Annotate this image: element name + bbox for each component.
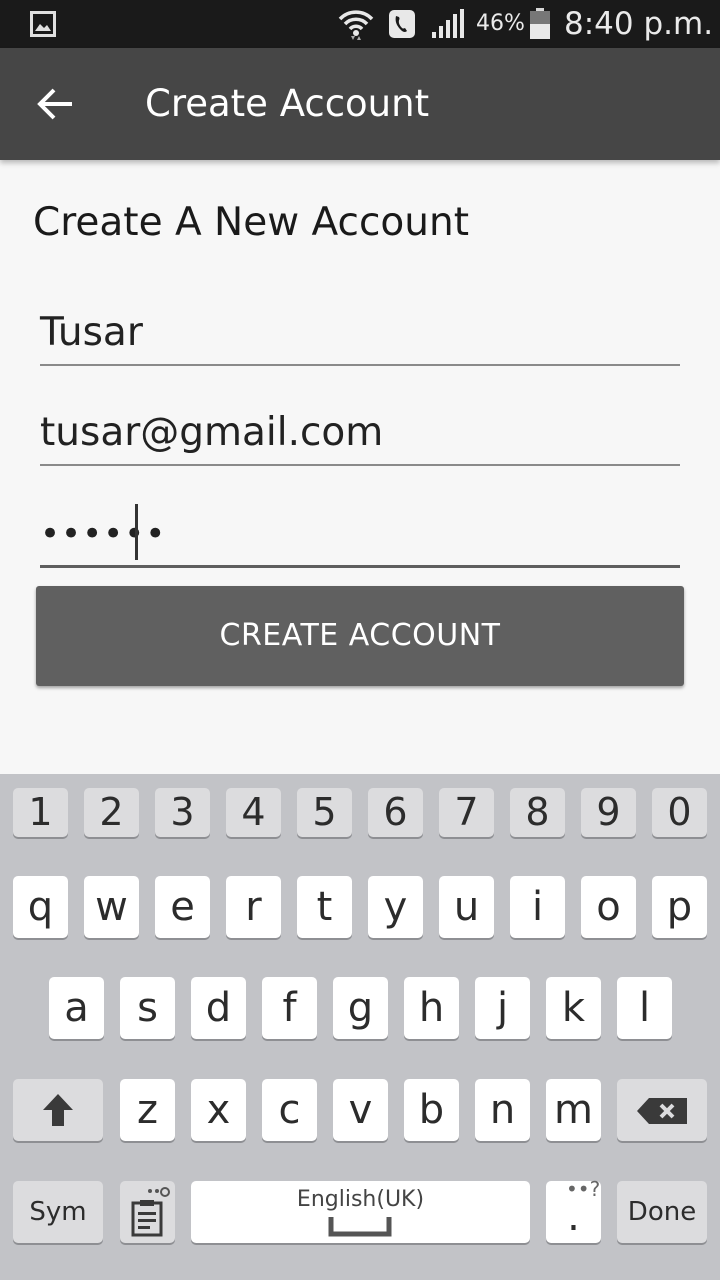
text-cursor xyxy=(135,504,138,560)
form-heading: Create A New Account xyxy=(33,200,469,245)
space-key[interactable]: English(UK) xyxy=(191,1181,530,1243)
clipboard-settings-icon xyxy=(131,1187,170,1237)
status-bar: 46% 8:40 p.m. xyxy=(0,0,720,48)
key-8[interactable]: 8 xyxy=(510,788,565,837)
key-l[interactable]: l xyxy=(617,977,672,1039)
password-value: •••••• xyxy=(40,514,167,554)
key-w[interactable]: w xyxy=(84,876,139,938)
key-4[interactable]: 4 xyxy=(226,788,281,837)
key-t[interactable]: t xyxy=(297,876,352,938)
key-b[interactable]: b xyxy=(404,1079,459,1141)
email-field[interactable]: tusar@gmail.com xyxy=(40,400,680,466)
key-p[interactable]: p xyxy=(652,876,707,938)
key-6[interactable]: 6 xyxy=(368,788,423,837)
key-g[interactable]: g xyxy=(333,977,388,1039)
shift-key[interactable] xyxy=(13,1079,103,1141)
period-key[interactable]: ••? . xyxy=(546,1177,601,1243)
key-e[interactable]: e xyxy=(155,876,210,938)
key-a[interactable]: a xyxy=(49,977,104,1039)
key-z[interactable]: z xyxy=(120,1079,175,1141)
sym-key[interactable]: Sym xyxy=(13,1181,103,1243)
backspace-key[interactable] xyxy=(617,1079,707,1141)
clipboard-key[interactable] xyxy=(120,1181,175,1243)
space-bar-icon xyxy=(328,1217,392,1237)
key-v[interactable]: v xyxy=(333,1079,388,1141)
name-field[interactable]: Tusar xyxy=(40,300,680,366)
key-7[interactable]: 7 xyxy=(439,788,494,837)
backspace-icon xyxy=(637,1098,687,1124)
key-c[interactable]: c xyxy=(262,1079,317,1141)
key-d[interactable]: d xyxy=(191,977,246,1039)
password-field[interactable]: •••••• xyxy=(40,500,680,568)
wifi-icon xyxy=(338,10,374,40)
done-key[interactable]: Done xyxy=(617,1181,707,1243)
signal-icon xyxy=(432,9,464,38)
key-9[interactable]: 9 xyxy=(581,788,636,837)
key-k[interactable]: k xyxy=(546,977,601,1039)
email-value: tusar@gmail.com xyxy=(40,410,384,455)
soft-keyboard: 1 2 3 4 5 6 7 8 9 0 q w e r t y u i o p … xyxy=(0,774,720,1280)
key-y[interactable]: y xyxy=(368,876,423,938)
key-s[interactable]: s xyxy=(120,977,175,1039)
call-icon xyxy=(389,10,415,38)
key-i[interactable]: i xyxy=(510,876,565,938)
key-n[interactable]: n xyxy=(475,1079,530,1141)
battery-percent: 46% xyxy=(476,11,525,36)
key-h[interactable]: h xyxy=(404,977,459,1039)
create-account-button[interactable]: CREATE ACCOUNT xyxy=(36,586,684,686)
key-5[interactable]: 5 xyxy=(297,788,352,837)
key-j[interactable]: j xyxy=(475,977,530,1039)
key-f[interactable]: f xyxy=(262,977,317,1039)
key-m[interactable]: m xyxy=(546,1079,601,1141)
key-o[interactable]: o xyxy=(581,876,636,938)
app-bar: Create Account xyxy=(0,48,720,160)
key-x[interactable]: x xyxy=(191,1079,246,1141)
back-arrow-icon[interactable] xyxy=(34,84,76,124)
clock: 8:40 p.m. xyxy=(564,6,714,42)
key-u[interactable]: u xyxy=(439,876,494,938)
gallery-notification-icon xyxy=(30,11,56,37)
key-0[interactable]: 0 xyxy=(652,788,707,837)
screen: { "status_bar": { "battery_percent": "46… xyxy=(0,0,720,1280)
name-value: Tusar xyxy=(40,310,143,355)
battery-icon xyxy=(530,8,550,39)
key-1[interactable]: 1 xyxy=(13,788,68,837)
key-3[interactable]: 3 xyxy=(155,788,210,837)
create-account-form: Create A New Account Tusar tusar@gmail.c… xyxy=(0,160,720,774)
period-label: . xyxy=(567,1194,580,1240)
key-r[interactable]: r xyxy=(226,876,281,938)
space-key-language: English(UK) xyxy=(296,1187,425,1212)
key-2[interactable]: 2 xyxy=(84,788,139,837)
app-bar-title: Create Account xyxy=(145,82,430,125)
shift-arrow-icon xyxy=(43,1094,73,1126)
key-q[interactable]: q xyxy=(13,876,68,938)
